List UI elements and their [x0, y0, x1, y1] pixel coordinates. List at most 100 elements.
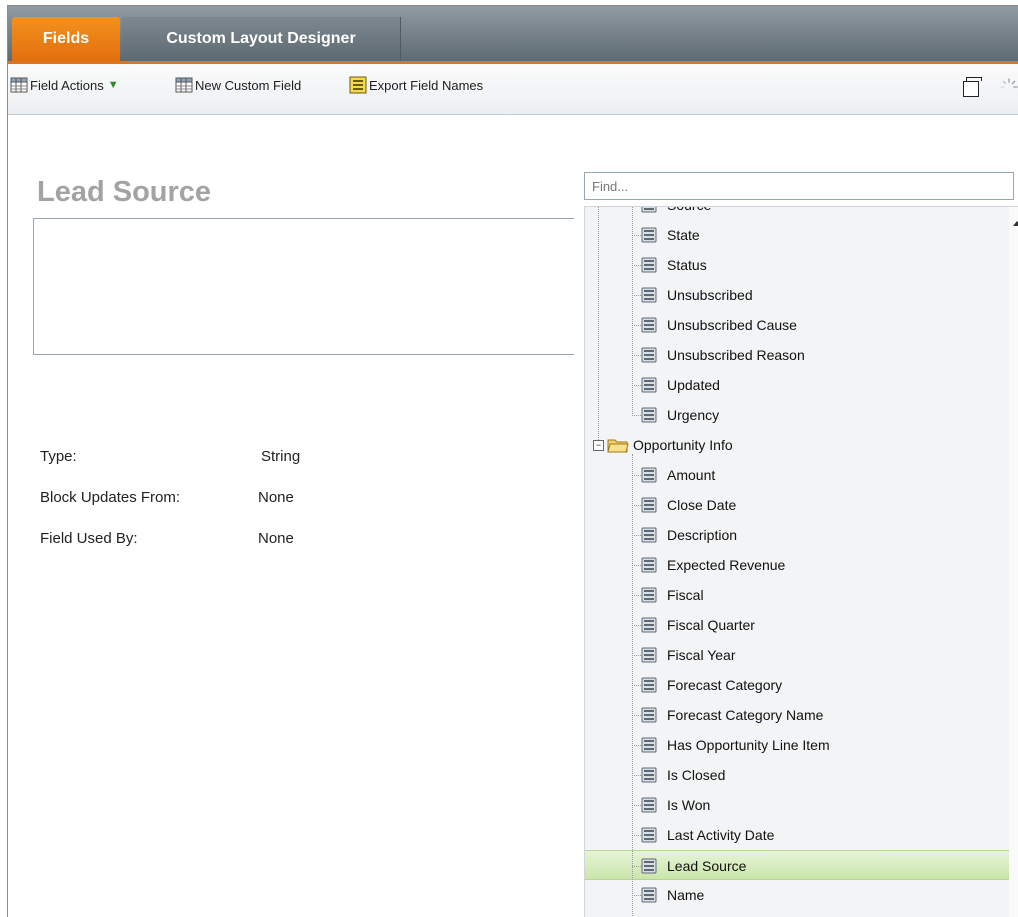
field-icon [641, 767, 657, 783]
tree-connector [632, 895, 641, 896]
field-icon [641, 317, 657, 333]
tree-item[interactable]: Close Date [585, 490, 1009, 520]
tree-item[interactable]: Forecast Category Name [585, 700, 1009, 730]
tree-connector [632, 866, 641, 867]
spinner-icon [1000, 78, 1018, 88]
tree-item-label: Unsubscribed Cause [667, 317, 797, 333]
tab-custom-layout-designer[interactable]: Custom Layout Designer [122, 17, 401, 61]
tree-item-label: Urgency [667, 407, 720, 423]
tree-item-label: Name [667, 887, 705, 903]
tree-connector [632, 745, 641, 746]
tree-item[interactable]: Description [585, 520, 1009, 550]
block-updates-label: Block Updates From: [40, 489, 181, 506]
tree-connector [632, 655, 641, 656]
export-field-names-label: Export Field Names [369, 77, 484, 93]
spreadsheet-icon [349, 76, 367, 94]
field-icon [641, 827, 657, 843]
app-window: Fields Custom Layout Designer Field Acti… [7, 5, 1018, 917]
tree-item[interactable]: Unsubscribed Cause [585, 310, 1009, 340]
tree-connector [632, 415, 641, 416]
tree-item[interactable]: Name [585, 880, 1009, 910]
tree-item-label: Is Won [667, 797, 711, 813]
tree-item[interactable]: Urgency [585, 400, 1009, 430]
field-icon [641, 707, 657, 723]
tree-connector [632, 625, 641, 626]
tree-folder-opportunity-info[interactable]: − Opportunity Info [585, 430, 1009, 460]
tree-guide-line [632, 454, 633, 917]
tree-item-label: Forecast Category Name [667, 707, 824, 723]
tree-item[interactable]: Amount [585, 460, 1009, 490]
tree-item-label: Source [667, 207, 711, 213]
field-icon [641, 677, 657, 693]
tree-item-label: Description [667, 527, 738, 543]
tree-item[interactable]: State [585, 220, 1009, 250]
tree-item-label: Forecast Category [667, 677, 783, 693]
tree-scrollbar[interactable] [1009, 207, 1018, 917]
field-tree[interactable]: Source State Status Unsubscribed Unsubscribe… [584, 206, 1018, 917]
collapse-icon[interactable]: − [593, 440, 604, 451]
find-input[interactable] [584, 172, 1014, 200]
window-icon[interactable] [963, 77, 982, 97]
tree-item[interactable]: Updated [585, 370, 1009, 400]
tree-connector [632, 385, 641, 386]
field-icon [641, 347, 657, 363]
field-title: Lead Source [37, 176, 212, 208]
tree-connector [632, 295, 641, 296]
tree-item[interactable]: Fiscal Year [585, 640, 1009, 670]
field-icon [641, 797, 657, 813]
tree-item-label: Updated [667, 377, 720, 393]
scroll-up-icon[interactable] [1013, 221, 1018, 226]
tab-fields[interactable]: Fields [12, 17, 120, 61]
field-actions-button[interactable]: Field Actions ▼ [10, 75, 119, 95]
tree-item[interactable]: Is Closed [585, 760, 1009, 790]
tree-item[interactable]: Forecast Category [585, 670, 1009, 700]
tree-item[interactable]: Expected Revenue [585, 550, 1009, 580]
tree-item[interactable]: Source [585, 207, 1009, 220]
field-icon [641, 227, 657, 243]
type-label: Type: [40, 448, 77, 465]
tree-item-label: Status [667, 257, 707, 273]
tree-item-label: Fiscal Year [667, 647, 736, 663]
tree-connector [632, 805, 641, 806]
type-value: String [261, 448, 301, 465]
tree-item-label: Expected Revenue [667, 557, 786, 573]
tree-item-label: Close Date [667, 497, 737, 513]
tree-item-label: Has Opportunity Line Item [667, 737, 830, 753]
field-used-by-value: None [258, 530, 294, 547]
tree-connector [632, 505, 641, 506]
tree-item[interactable]: Fiscal [585, 580, 1009, 610]
tree-connector [632, 835, 641, 836]
field-icon [641, 587, 657, 603]
block-updates-value: None [258, 489, 294, 506]
tree-guide-line [632, 207, 633, 416]
field-icon [641, 617, 657, 633]
tree-item-label: Last Activity Date [667, 827, 775, 843]
tree-item[interactable]: Last Activity Date [585, 820, 1009, 850]
tree-item[interactable]: Unsubscribed Reason [585, 340, 1009, 370]
toolbar: Field Actions ▼ New Custom Field Export … [8, 64, 1018, 115]
tree-item[interactable]: Status [585, 250, 1009, 280]
field-icon [641, 858, 657, 874]
tree-connector [632, 565, 641, 566]
tree-item[interactable]: Fiscal Quarter [585, 610, 1009, 640]
tab-bar: Fields Custom Layout Designer [8, 6, 1018, 64]
field-used-by-label: Field Used By: [40, 530, 138, 547]
field-icon [641, 557, 657, 573]
tree-item-label: Is Closed [667, 767, 726, 783]
table-icon [10, 77, 28, 93]
tree-connector [632, 235, 641, 236]
tree-item[interactable]: Has Opportunity Line Item [585, 730, 1009, 760]
tree-connector [632, 475, 641, 476]
tree-connector [632, 595, 641, 596]
tree-item[interactable]: Is Won [585, 790, 1009, 820]
description-box[interactable] [33, 218, 574, 355]
new-custom-field-button[interactable]: New Custom Field [175, 75, 301, 95]
tree-item[interactable]: Unsubscribed [585, 280, 1009, 310]
export-field-names-button[interactable]: Export Field Names [349, 75, 483, 95]
field-icon [641, 467, 657, 483]
tree-connector [632, 265, 641, 266]
tree-item-label: Amount [667, 467, 716, 483]
tree-item[interactable]: Lead Source [585, 850, 1009, 880]
tree-connector [632, 775, 641, 776]
tree-connector [632, 685, 641, 686]
